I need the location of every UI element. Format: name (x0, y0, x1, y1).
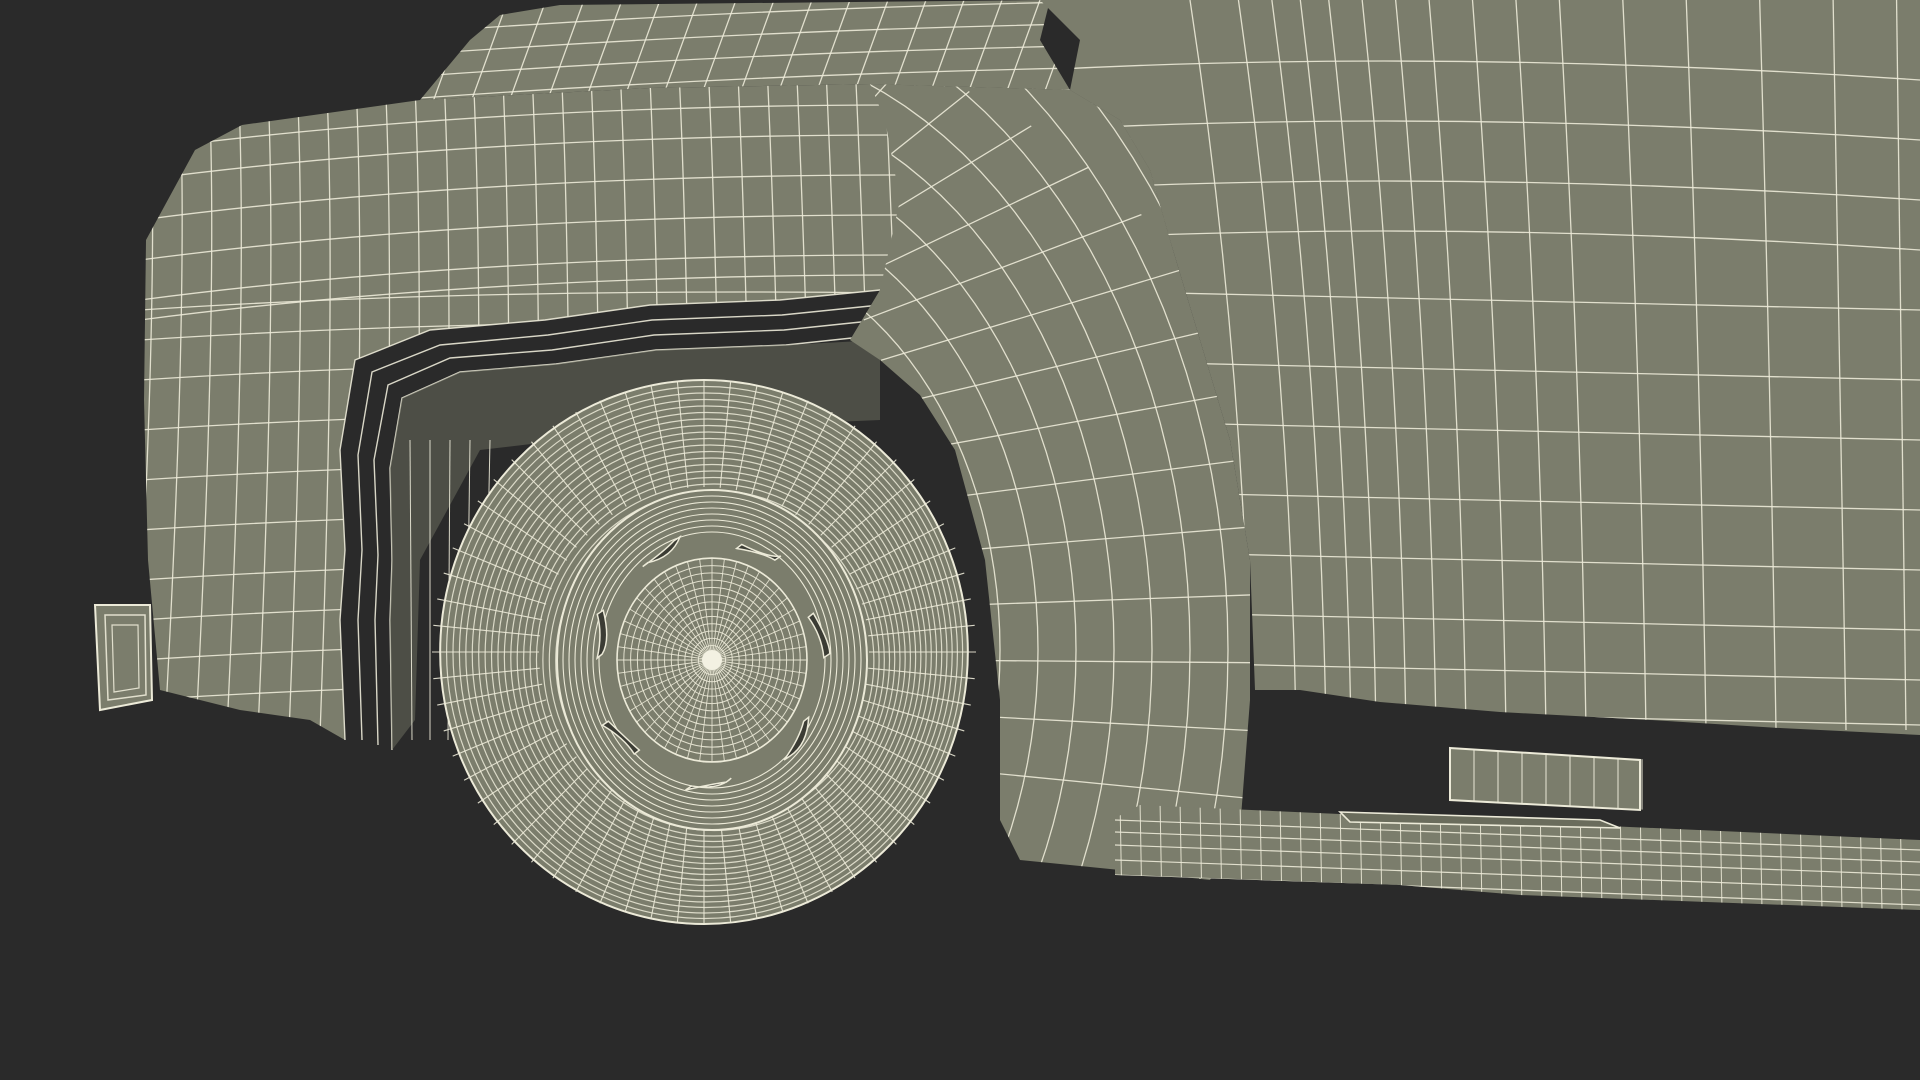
wireframe-render (0, 0, 1920, 1080)
bracket-plate (93, 604, 154, 712)
step-plate-face (1449, 746, 1641, 812)
wireframe-viewport (0, 0, 1920, 1080)
bumper-bracket (93, 604, 154, 712)
wheel-hub (616, 557, 808, 763)
hub-center-cap (702, 650, 722, 670)
